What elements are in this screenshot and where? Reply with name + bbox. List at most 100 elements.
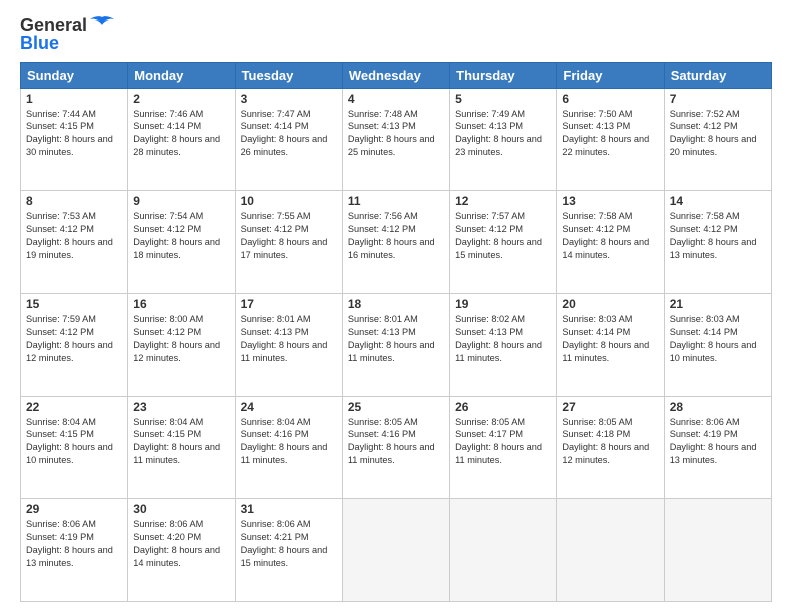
- page: General Blue SundayMondayTuesdayWednesda…: [0, 0, 792, 612]
- calendar-day-cell: 23 Sunrise: 8:04 AMSunset: 4:15 PMDayligh…: [128, 396, 235, 499]
- calendar-day-cell: 22 Sunrise: 8:04 AMSunset: 4:15 PMDayligh…: [21, 396, 128, 499]
- calendar-day-cell: 27Sunrise: 8:05 AMSunset: 4:18 PMDayligh…: [557, 396, 664, 499]
- day-number: 23: [133, 400, 229, 414]
- day-info: Sunrise: 7:54 AMSunset: 4:12 PMDaylight:…: [133, 210, 229, 262]
- day-info: Sunrise: 8:03 AMSunset: 4:14 PMDaylight:…: [562, 313, 658, 365]
- day-of-week-header: Thursday: [450, 62, 557, 88]
- day-info: Sunrise: 8:03 AMSunset: 4:14 PMDaylight:…: [670, 313, 766, 365]
- day-info: Sunrise: 7:56 AMSunset: 4:12 PMDaylight:…: [348, 210, 444, 262]
- day-info: Sunrise: 7:58 AMSunset: 4:12 PMDaylight:…: [562, 210, 658, 262]
- calendar-day-cell: 13 Sunrise: 7:58 AMSunset: 4:12 PMDayligh…: [557, 191, 664, 294]
- calendar-table: SundayMondayTuesdayWednesdayThursdayFrid…: [20, 62, 772, 602]
- day-number: 16: [133, 297, 229, 311]
- day-number: 4: [348, 92, 444, 106]
- day-info: Sunrise: 7:52 AMSunset: 4:12 PMDaylight:…: [670, 108, 766, 160]
- day-info: Sunrise: 8:04 AMSunset: 4:15 PMDaylight:…: [133, 416, 229, 468]
- day-number: 9: [133, 194, 229, 208]
- day-info: Sunrise: 8:00 AMSunset: 4:12 PMDaylight:…: [133, 313, 229, 365]
- day-info: Sunrise: 8:04 AMSunset: 4:16 PMDaylight:…: [241, 416, 337, 468]
- day-info: Sunrise: 8:05 AMSunset: 4:17 PMDaylight:…: [455, 416, 551, 468]
- calendar-day-cell: 2 Sunrise: 7:46 AMSunset: 4:14 PMDaylight…: [128, 88, 235, 191]
- calendar-day-cell: 9 Sunrise: 7:54 AMSunset: 4:12 PMDaylight…: [128, 191, 235, 294]
- calendar-day-cell: 5Sunrise: 7:49 AMSunset: 4:13 PMDaylight…: [450, 88, 557, 191]
- day-info: Sunrise: 8:06 AMSunset: 4:20 PMDaylight:…: [133, 518, 229, 570]
- day-info: Sunrise: 8:04 AMSunset: 4:15 PMDaylight:…: [26, 416, 122, 468]
- calendar-day-cell: 7 Sunrise: 7:52 AMSunset: 4:12 PMDaylight…: [664, 88, 771, 191]
- calendar-header-row: SundayMondayTuesdayWednesdayThursdayFrid…: [21, 62, 772, 88]
- calendar-day-cell: 17 Sunrise: 8:01 AMSunset: 4:13 PMDayligh…: [235, 293, 342, 396]
- calendar-week-row: 8Sunrise: 7:53 AMSunset: 4:12 PMDaylight…: [21, 191, 772, 294]
- day-number: 22: [26, 400, 122, 414]
- calendar-day-cell: 19 Sunrise: 8:02 AMSunset: 4:13 PMDayligh…: [450, 293, 557, 396]
- calendar-day-cell: 10Sunrise: 7:55 AMSunset: 4:12 PMDayligh…: [235, 191, 342, 294]
- calendar-week-row: 15 Sunrise: 7:59 AMSunset: 4:12 PMDayligh…: [21, 293, 772, 396]
- day-number: 12: [455, 194, 551, 208]
- calendar-day-cell: 25 Sunrise: 8:05 AMSunset: 4:16 PMDayligh…: [342, 396, 449, 499]
- day-info: Sunrise: 8:01 AMSunset: 4:13 PMDaylight:…: [241, 313, 337, 365]
- day-number: 8: [26, 194, 122, 208]
- calendar-day-cell: 28 Sunrise: 8:06 AMSunset: 4:19 PMDayligh…: [664, 396, 771, 499]
- calendar-day-cell: [557, 499, 664, 602]
- calendar-day-cell: 6 Sunrise: 7:50 AMSunset: 4:13 PMDaylight…: [557, 88, 664, 191]
- day-number: 31: [241, 502, 337, 516]
- day-number: 29: [26, 502, 122, 516]
- calendar-day-cell: 1Sunrise: 7:44 AMSunset: 4:15 PMDaylight…: [21, 88, 128, 191]
- day-info: Sunrise: 8:06 AMSunset: 4:19 PMDaylight:…: [670, 416, 766, 468]
- calendar-day-cell: 14 Sunrise: 7:58 AMSunset: 4:12 PMDayligh…: [664, 191, 771, 294]
- day-number: 30: [133, 502, 229, 516]
- calendar-day-cell: 24 Sunrise: 8:04 AMSunset: 4:16 PMDayligh…: [235, 396, 342, 499]
- day-number: 1: [26, 92, 122, 106]
- day-number: 27: [562, 400, 658, 414]
- day-info: Sunrise: 7:58 AMSunset: 4:12 PMDaylight:…: [670, 210, 766, 262]
- day-info: Sunrise: 7:59 AMSunset: 4:12 PMDaylight:…: [26, 313, 122, 365]
- day-number: 14: [670, 194, 766, 208]
- calendar-day-cell: 18 Sunrise: 8:01 AMSunset: 4:13 PMDayligh…: [342, 293, 449, 396]
- calendar-day-cell: [342, 499, 449, 602]
- day-of-week-header: Wednesday: [342, 62, 449, 88]
- calendar-day-cell: [450, 499, 557, 602]
- day-number: 13: [562, 194, 658, 208]
- calendar-day-cell: 20 Sunrise: 8:03 AMSunset: 4:14 PMDayligh…: [557, 293, 664, 396]
- calendar-day-cell: 26 Sunrise: 8:05 AMSunset: 4:17 PMDayligh…: [450, 396, 557, 499]
- day-of-week-header: Saturday: [664, 62, 771, 88]
- day-number: 6: [562, 92, 658, 106]
- day-number: 7: [670, 92, 766, 106]
- day-info: Sunrise: 8:02 AMSunset: 4:13 PMDaylight:…: [455, 313, 551, 365]
- day-number: 2: [133, 92, 229, 106]
- calendar-week-row: 1Sunrise: 7:44 AMSunset: 4:15 PMDaylight…: [21, 88, 772, 191]
- day-info: Sunrise: 8:05 AMSunset: 4:16 PMDaylight:…: [348, 416, 444, 468]
- day-info: Sunrise: 7:57 AMSunset: 4:12 PMDaylight:…: [455, 210, 551, 262]
- day-number: 28: [670, 400, 766, 414]
- day-of-week-header: Monday: [128, 62, 235, 88]
- day-number: 21: [670, 297, 766, 311]
- day-number: 3: [241, 92, 337, 106]
- day-info: Sunrise: 7:48 AMSunset: 4:13 PMDaylight:…: [348, 108, 444, 160]
- calendar-day-cell: 3Sunrise: 7:47 AMSunset: 4:14 PMDaylight…: [235, 88, 342, 191]
- day-number: 26: [455, 400, 551, 414]
- day-number: 15: [26, 297, 122, 311]
- day-number: 18: [348, 297, 444, 311]
- day-number: 19: [455, 297, 551, 311]
- calendar-day-cell: [664, 499, 771, 602]
- day-info: Sunrise: 8:01 AMSunset: 4:13 PMDaylight:…: [348, 313, 444, 365]
- logo-blue: Blue: [20, 34, 59, 54]
- day-info: Sunrise: 7:55 AMSunset: 4:12 PMDaylight:…: [241, 210, 337, 262]
- day-of-week-header: Sunday: [21, 62, 128, 88]
- day-number: 11: [348, 194, 444, 208]
- day-of-week-header: Tuesday: [235, 62, 342, 88]
- day-number: 24: [241, 400, 337, 414]
- day-info: Sunrise: 7:50 AMSunset: 4:13 PMDaylight:…: [562, 108, 658, 160]
- calendar-day-cell: 8Sunrise: 7:53 AMSunset: 4:12 PMDaylight…: [21, 191, 128, 294]
- day-number: 20: [562, 297, 658, 311]
- logo-bird-icon: [89, 15, 115, 33]
- day-info: Sunrise: 8:06 AMSunset: 4:21 PMDaylight:…: [241, 518, 337, 570]
- day-number: 25: [348, 400, 444, 414]
- calendar-day-cell: 31 Sunrise: 8:06 AMSunset: 4:21 PMDayligh…: [235, 499, 342, 602]
- day-number: 17: [241, 297, 337, 311]
- day-of-week-header: Friday: [557, 62, 664, 88]
- calendar-day-cell: 15 Sunrise: 7:59 AMSunset: 4:12 PMDayligh…: [21, 293, 128, 396]
- calendar-day-cell: 4 Sunrise: 7:48 AMSunset: 4:13 PMDaylight…: [342, 88, 449, 191]
- calendar-week-row: 29Sunrise: 8:06 AMSunset: 4:19 PMDayligh…: [21, 499, 772, 602]
- calendar-week-row: 22 Sunrise: 8:04 AMSunset: 4:15 PMDayligh…: [21, 396, 772, 499]
- day-info: Sunrise: 7:46 AMSunset: 4:14 PMDaylight:…: [133, 108, 229, 160]
